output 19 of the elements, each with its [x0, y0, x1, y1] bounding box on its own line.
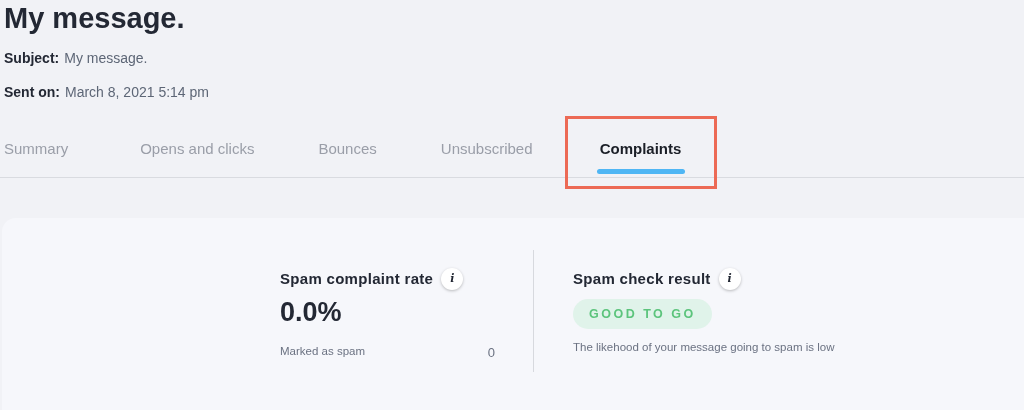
tab[interactable]: Bounces [286, 122, 409, 177]
meta-value: My message. [64, 49, 148, 68]
complaint-rate-value: 0.0% [280, 295, 343, 329]
info-icon[interactable]: i [441, 268, 464, 291]
spam-check-description: The likehood of your message going to spam is low [573, 340, 835, 356]
meta-value: March 8, 2021 5:14 pm [65, 83, 209, 102]
stat-title: Spam check result [573, 269, 711, 289]
detail-label: Marked as spam [280, 343, 365, 359]
tab[interactable]: Opens and clicks [108, 122, 287, 177]
meta-label: Sent on: [4, 83, 60, 102]
detail-value: 0 [487, 343, 495, 362]
tab[interactable]: Complaints [564, 116, 717, 189]
meta-label: Subject: [4, 49, 60, 68]
stat-title: Spam complaint rate [280, 269, 434, 289]
tab[interactable]: Unsubscribed [408, 122, 565, 177]
page-title: My message. [4, 1, 186, 35]
tab[interactable]: Summary [0, 122, 109, 177]
status-badge: GOOD TO GO [573, 298, 712, 330]
info-icon[interactable]: i [718, 268, 741, 291]
